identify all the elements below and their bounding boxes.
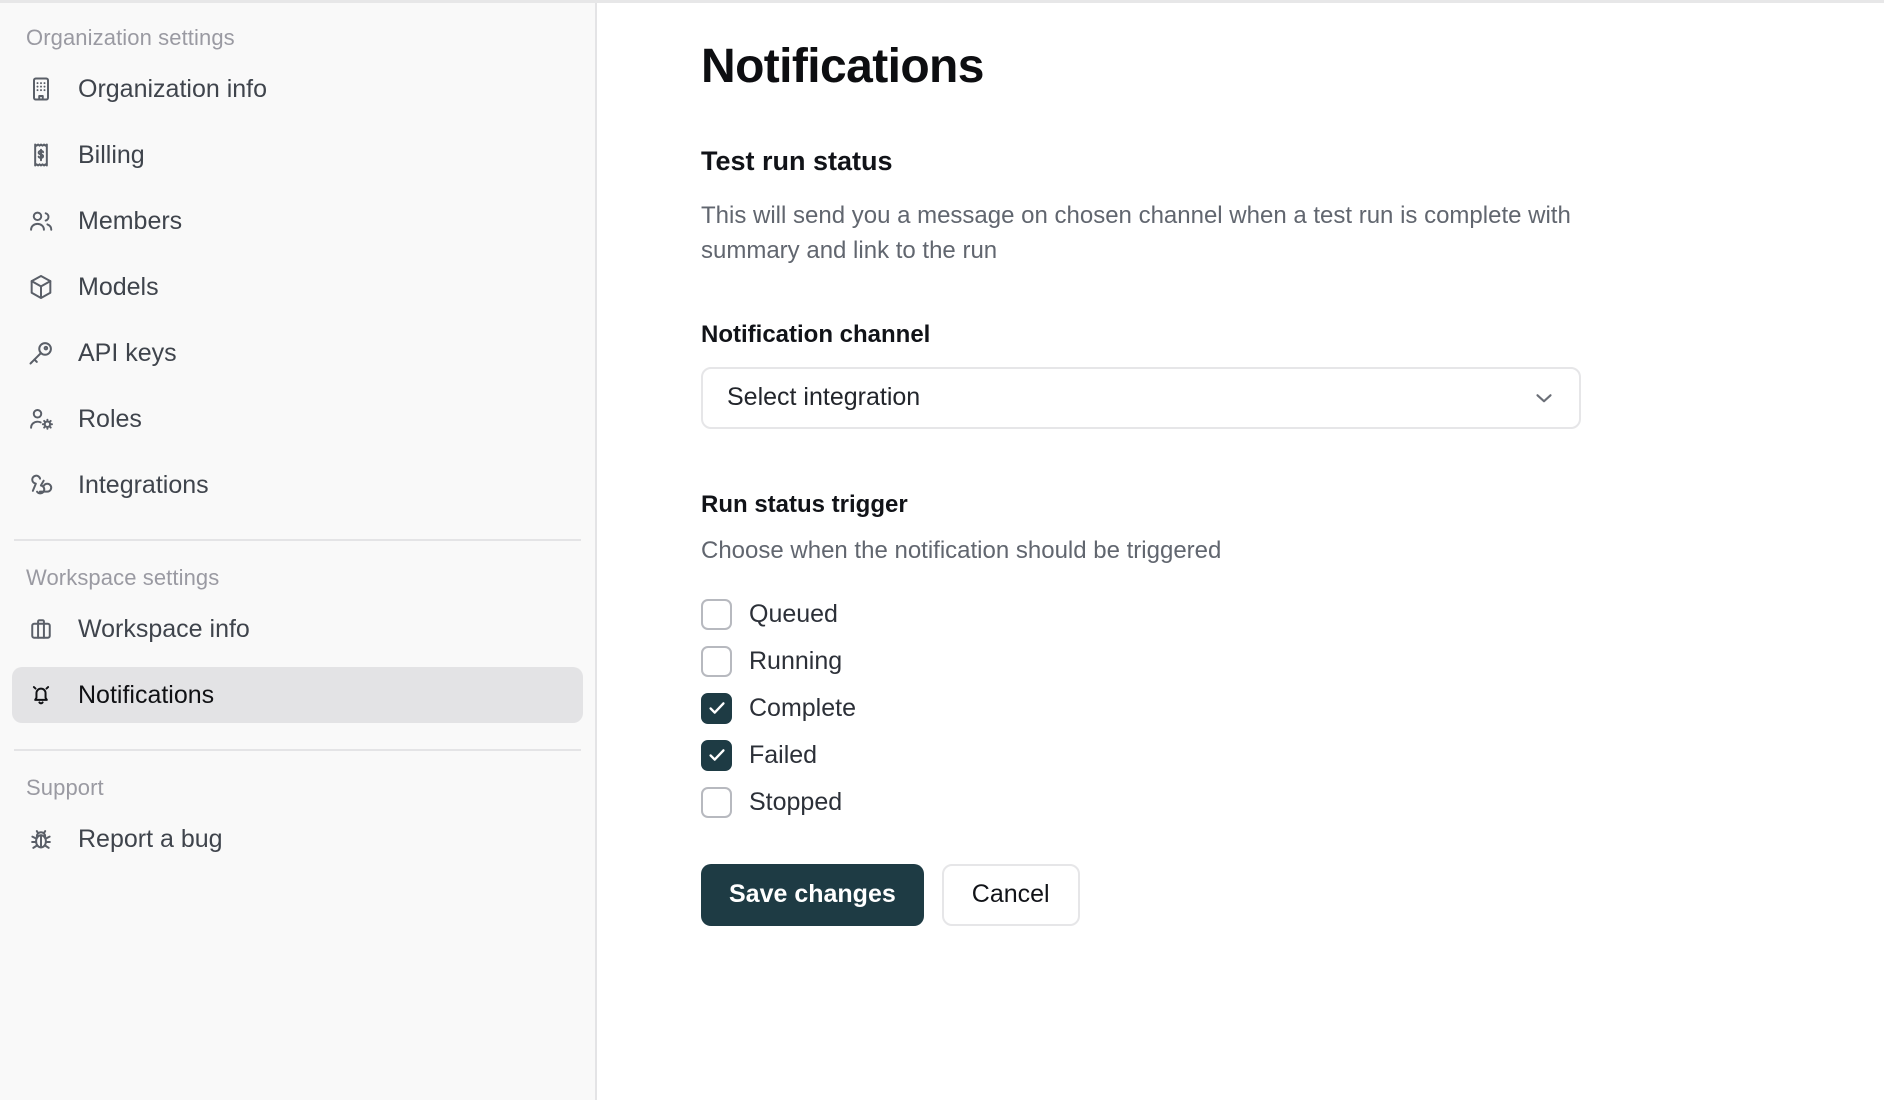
package-icon (26, 272, 56, 302)
sidebar-item-notifications[interactable]: Notifications (12, 667, 583, 723)
sidebar-item-label: Billing (78, 141, 145, 170)
checkbox-row-queued[interactable]: Queued (701, 591, 1884, 638)
checkbox-label: Failed (749, 741, 817, 770)
sidebar-item-roles[interactable]: Roles (12, 391, 583, 447)
notification-channel-label: Notification channel (701, 321, 1884, 349)
webhook-icon (26, 470, 56, 500)
sidebar-section-organization-settings: Organization settings (12, 25, 583, 51)
sidebar-item-label: Report a bug (78, 825, 223, 854)
sidebar-item-models[interactable]: Models (12, 259, 583, 315)
sidebar-item-organization-info[interactable]: Organization info (12, 61, 583, 117)
test-run-status-heading: Test run status (701, 146, 1884, 177)
user-gear-icon (26, 404, 56, 434)
notification-channel-section: Notification channel Select integration (701, 321, 1884, 429)
checkbox-label: Running (749, 647, 842, 676)
sidebar-item-label: Organization info (78, 75, 267, 104)
checkbox-row-running[interactable]: Running (701, 638, 1884, 685)
check-icon (706, 744, 728, 766)
sidebar-section-support: Support (12, 775, 583, 801)
sidebar-divider-1 (14, 539, 581, 541)
cancel-button[interactable]: Cancel (942, 864, 1080, 926)
save-changes-button[interactable]: Save changes (701, 864, 924, 926)
sidebar-item-members[interactable]: Members (12, 193, 583, 249)
sidebar-section-workspace-settings: Workspace settings (12, 565, 583, 591)
receipt-dollar-icon (26, 140, 56, 170)
sidebar-item-label: Notifications (78, 681, 214, 710)
checkbox-row-failed[interactable]: Failed (701, 732, 1884, 779)
sidebar-item-label: Workspace info (78, 615, 250, 644)
form-actions: Save changes Cancel (701, 864, 1884, 926)
checkbox-label: Stopped (749, 788, 842, 817)
building-icon (26, 74, 56, 104)
sidebar-item-billing[interactable]: Billing (12, 127, 583, 183)
test-run-status-description: This will send you a message on chosen c… (701, 199, 1581, 269)
sidebar-item-integrations[interactable]: Integrations (12, 457, 583, 513)
sidebar-item-report-a-bug[interactable]: Report a bug (12, 811, 583, 867)
bug-icon (26, 824, 56, 854)
checkbox-failed[interactable] (701, 740, 732, 771)
notification-channel-value: Select integration (727, 383, 920, 412)
chevron-down-icon (1531, 385, 1557, 411)
settings-sidebar: Organization settings Organization info … (0, 3, 597, 1100)
sidebar-item-label: Members (78, 207, 182, 236)
run-status-trigger-heading: Run status trigger (701, 491, 1884, 519)
page-title: Notifications (701, 39, 1884, 94)
checkbox-label: Complete (749, 694, 856, 723)
checkbox-stopped[interactable] (701, 787, 732, 818)
main-content: Notifications Test run status This will … (597, 3, 1884, 1100)
sidebar-item-label: Models (78, 273, 159, 302)
users-icon (26, 206, 56, 236)
sidebar-item-label: Integrations (78, 471, 209, 500)
sidebar-item-workspace-info[interactable]: Workspace info (12, 601, 583, 657)
sidebar-item-label: Roles (78, 405, 142, 434)
sidebar-item-label: API keys (78, 339, 177, 368)
briefcase-icon (26, 614, 56, 644)
run-status-trigger-section: Run status trigger Choose when the notif… (701, 491, 1884, 826)
notification-channel-select[interactable]: Select integration (701, 367, 1581, 429)
checkbox-complete[interactable] (701, 693, 732, 724)
sidebar-divider-2 (14, 749, 581, 751)
check-icon (706, 697, 728, 719)
run-status-trigger-description: Choose when the notification should be t… (701, 537, 1884, 565)
test-run-status-section: Test run status This will send you a mes… (701, 146, 1884, 269)
sidebar-item-api-keys[interactable]: API keys (12, 325, 583, 381)
checkbox-running[interactable] (701, 646, 732, 677)
checkbox-row-stopped[interactable]: Stopped (701, 779, 1884, 826)
settings-page: Organization settings Organization info … (0, 0, 1884, 1100)
checkbox-label: Queued (749, 600, 838, 629)
checkbox-queued[interactable] (701, 599, 732, 630)
bell-icon (26, 680, 56, 710)
key-icon (26, 338, 56, 368)
checkbox-row-complete[interactable]: Complete (701, 685, 1884, 732)
